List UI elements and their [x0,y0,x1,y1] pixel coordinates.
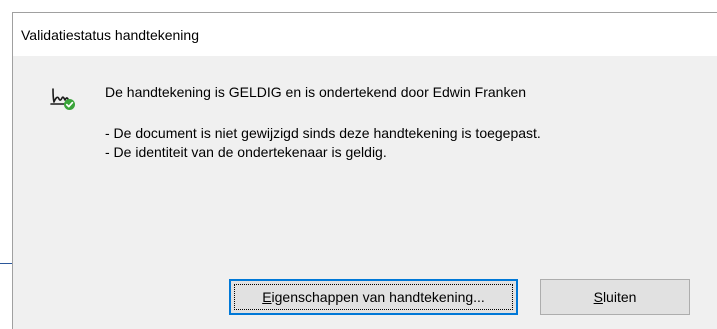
signature-properties-button[interactable]: Eigenschappen van handtekening... [229,279,518,315]
detail-document-unmodified: - De document is niet gewijzigd sinds de… [105,125,541,141]
validation-dialog: Validatiestatus handtekening De handteke… [12,12,717,329]
signature-valid-icon [50,85,76,111]
close-button[interactable]: Sluiten [540,279,690,315]
dialog-titlebar[interactable]: Validatiestatus handtekening [13,13,717,56]
label-rest: luiten [602,289,637,305]
mnemonic-s: S [593,289,603,305]
focus-ring [234,284,513,310]
close-button-label: Sluiten [594,289,637,305]
validation-message: De handtekening is GELDIG en is ondertek… [105,84,527,100]
background-window-edge [0,263,12,264]
dialog-title: Validatiestatus handtekening [21,27,199,43]
screen: Validatiestatus handtekening De handteke… [0,0,717,329]
detail-signer-identity-valid: - De identiteit van de ondertekenaar is … [105,144,387,160]
